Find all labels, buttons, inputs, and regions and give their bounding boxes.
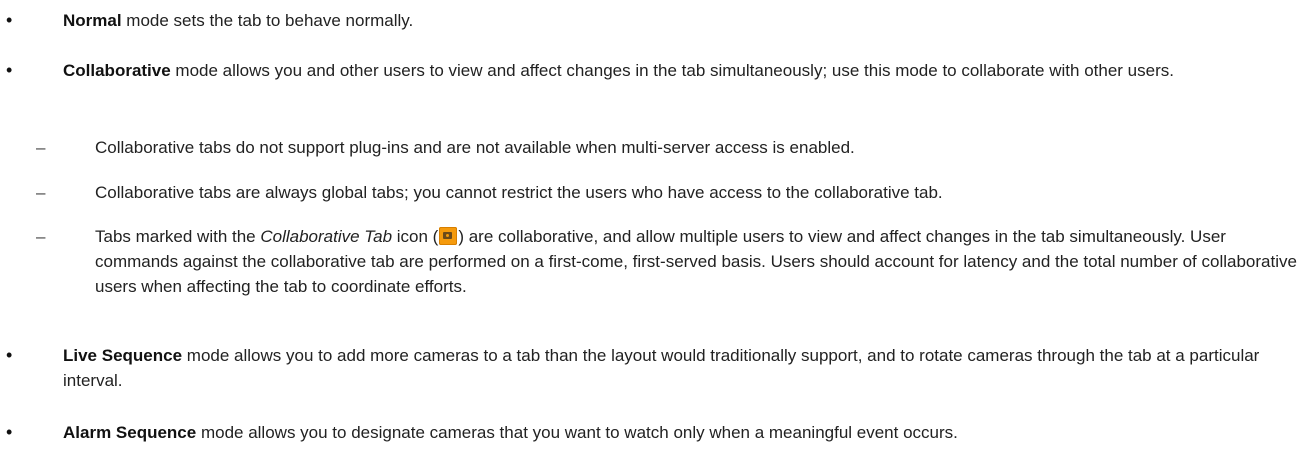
description: mode allows you and other users to view … [170, 61, 1174, 80]
sub-item-text: Tabs marked with the Collaborative Tab i… [95, 224, 1308, 299]
term-live-sequence: Live Sequence [63, 346, 183, 365]
term-alarm-sequence: Alarm Sequence [63, 423, 197, 442]
text-before: Tabs marked with the [95, 227, 261, 246]
bullet-marker: • [6, 422, 13, 442]
document-page: • Normal mode sets the tab to behave nor… [0, 0, 1314, 465]
text-mid: icon ( [392, 227, 439, 246]
dash-marker: – [36, 227, 46, 246]
dash-marker: – [36, 138, 46, 157]
sub-item-text: Collaborative tabs do not support plug-i… [95, 138, 855, 157]
bullet-marker: • [6, 10, 13, 30]
bullet-text: Collaborative mode allows you and other … [63, 58, 1308, 83]
description: mode allows you to add more cameras to a… [63, 346, 1260, 390]
term-collaborative: Collaborative [63, 61, 171, 80]
bullet-marker: • [6, 60, 13, 80]
bullet-marker: • [6, 345, 13, 365]
bullet-text: Alarm Sequence mode allows you to design… [63, 420, 1308, 445]
bullet-text: Normal mode sets the tab to behave norma… [63, 8, 1308, 33]
collaborative-tab-label: Collaborative Tab [260, 227, 393, 246]
sub-item-text: Collaborative tabs are always global tab… [95, 183, 943, 202]
description: mode allows you to designate cameras tha… [196, 423, 958, 442]
collaborative-tab-icon [439, 227, 458, 245]
term-normal: Normal [63, 11, 122, 30]
dash-marker: – [36, 183, 46, 202]
description: mode sets the tab to behave normally. [121, 11, 414, 30]
bullet-text: Live Sequence mode allows you to add mor… [63, 343, 1308, 393]
